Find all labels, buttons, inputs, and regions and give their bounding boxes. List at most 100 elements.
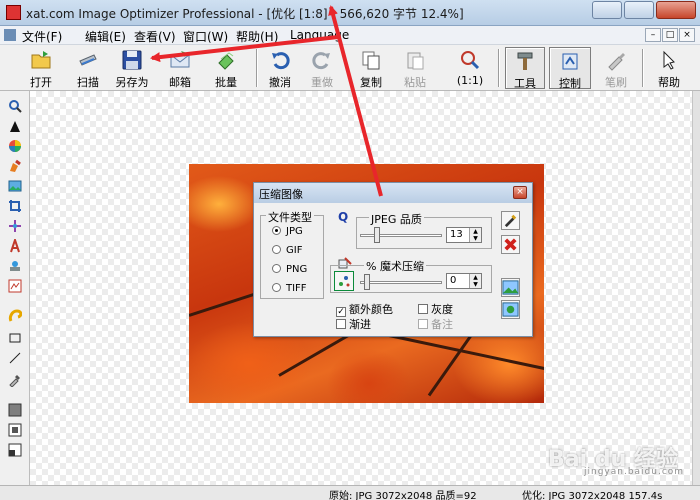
radio-tiff[interactable]: TIFF [272,283,307,294]
mail-icon [170,51,190,68]
magic-compression-slider[interactable] [360,274,442,290]
menu-window[interactable]: 窗口(W) [183,28,228,45]
batch-label: 批量 [215,76,237,89]
mdi-close-button[interactable]: × [679,28,695,42]
radio-gif[interactable]: GIF [272,245,302,256]
jpeg-quality-spinbox[interactable]: 13 ▲ ▼ [446,227,482,243]
dialog-close-button[interactable]: × [513,186,527,199]
save-as-button[interactable]: 另存为 [112,47,152,89]
line-icon[interactable] [8,351,22,365]
floppy-disk-icon [122,50,142,70]
mail-label: 邮箱 [169,76,191,89]
window-title: xat.com Image Optimizer Professional - [… [26,7,464,21]
scanner-icon [79,54,97,66]
menu-file[interactable]: 文件(F) [22,28,62,45]
progressive-checkbox[interactable]: 渐进 [336,316,371,332]
cursor-icon[interactable] [8,119,22,133]
paste-label: 粘贴 [404,76,426,89]
toolbar: 打开 扫描 另存为 邮箱 批量 撤消 重做 复制 粘贴 (1:1) 工具 控制 … [0,45,700,91]
magic-preview-button[interactable] [334,271,354,291]
foreground-color-icon[interactable] [8,403,22,417]
status-bar: 原始: JPG 3072x2048 品质=92 优化: JPG 3072x204… [0,485,700,500]
undo-icon [272,52,290,70]
compare-image-button[interactable] [501,300,520,319]
color-dots-icon [339,276,350,287]
cancel-button[interactable] [501,235,520,254]
control-button[interactable]: 控制 [549,47,591,90]
magic-compression-spinbox[interactable]: 0 ▲ ▼ [446,273,482,289]
radio-jpg[interactable]: JPG [272,226,303,237]
background-color-icon[interactable] [8,423,22,437]
rectangle-icon[interactable] [8,331,22,345]
preview-image-button[interactable] [501,278,520,297]
lasso-icon[interactable] [8,309,22,323]
eyedropper-icon[interactable] [8,373,22,387]
control-label: 控制 [559,77,581,90]
menu-bar: 文件(F) 编辑(E) 查看(V) 窗口(W) 帮助(H) Language –… [0,26,700,45]
color-wheel-icon[interactable] [8,139,22,153]
menu-language[interactable]: Language [290,28,349,42]
dialog-title-bar[interactable]: 压缩图像 × [254,183,532,203]
extra-colors-checkbox[interactable]: ✓ 额外颜色 [336,301,393,317]
toolbar-separator [256,49,258,87]
vertical-scrollbar[interactable] [692,91,700,485]
copy-button[interactable]: 复制 [354,47,388,89]
magic-compression-thumb[interactable] [364,274,370,290]
zoom-icon [461,51,480,70]
mdi-restore-button[interactable]: □ [662,28,678,42]
open-button[interactable]: 打开 [24,47,58,89]
minimize-button[interactable] [592,1,622,19]
paste-icon [407,52,424,70]
zoom-1-1-button[interactable]: (1:1) [453,47,487,89]
pen-color-icon[interactable] [8,159,22,173]
help-button[interactable]: 帮助 [652,47,686,89]
hammer-icon [517,52,533,70]
brush-button[interactable]: 笔刷 [599,47,633,89]
quality-letter: Q [338,210,349,224]
mail-button[interactable]: 邮箱 [163,47,197,89]
radio-png[interactable]: PNG [272,264,307,275]
magic-compression-legend: % 魔术压缩 [364,258,426,274]
maximize-button[interactable] [624,1,654,19]
jpeg-quality-thumb[interactable] [374,227,380,243]
close-button[interactable] [656,1,696,19]
ok-tool-button[interactable] [501,211,520,230]
menu-edit[interactable]: 编辑(E) [85,28,126,45]
redo-button[interactable]: 重做 [305,47,339,89]
crop-icon[interactable] [8,199,22,213]
jpeg-quality-legend: JPEG 品质 [369,211,424,227]
menu-view[interactable]: 查看(V) [134,28,176,45]
paste-button[interactable]: 粘贴 [398,47,432,89]
spin-arrows[interactable]: ▲ ▼ [469,274,481,288]
help-label: 帮助 [658,76,680,89]
photo-compare-icon [502,302,519,317]
notes-checkbox[interactable]: 备注 [418,316,453,332]
image-icon[interactable] [8,179,22,193]
move-icon[interactable] [8,219,22,233]
file-type-legend: 文件类型 [266,209,314,225]
scan-button[interactable]: 扫描 [71,47,105,89]
stamp-icon[interactable] [8,259,22,273]
undo-button[interactable]: 撤消 [263,47,297,89]
compress-image-dialog: 压缩图像 × 文件类型 JPG GIF PNG TIFF Q JPEG 品质 1… [253,182,533,337]
folder-open-icon [31,51,51,69]
text-icon[interactable] [8,239,22,253]
status-original: 原始: JPG 3072x2048 品质=92 [329,491,477,500]
menu-help[interactable]: 帮助(H) [236,28,278,45]
redo-icon [312,52,330,70]
spin-arrows[interactable]: ▲ ▼ [469,228,481,242]
jpeg-quality-slider[interactable] [360,227,442,243]
undo-label: 撤消 [269,76,291,89]
batch-button[interactable]: 批量 [209,47,243,89]
copy-label: 复制 [360,76,382,89]
magnifier-icon[interactable] [8,99,22,113]
app-icon [6,5,21,20]
mdi-minimize-button[interactable]: – [645,28,661,42]
grayscale-checkbox[interactable]: 灰度 [418,301,453,317]
landscape-icon [502,280,519,295]
open-label: 打开 [30,76,52,89]
tools-button[interactable]: 工具 [505,47,545,90]
swap-color-icon[interactable] [8,443,22,457]
tools-label: 工具 [514,77,536,90]
effects-icon[interactable] [8,279,22,293]
